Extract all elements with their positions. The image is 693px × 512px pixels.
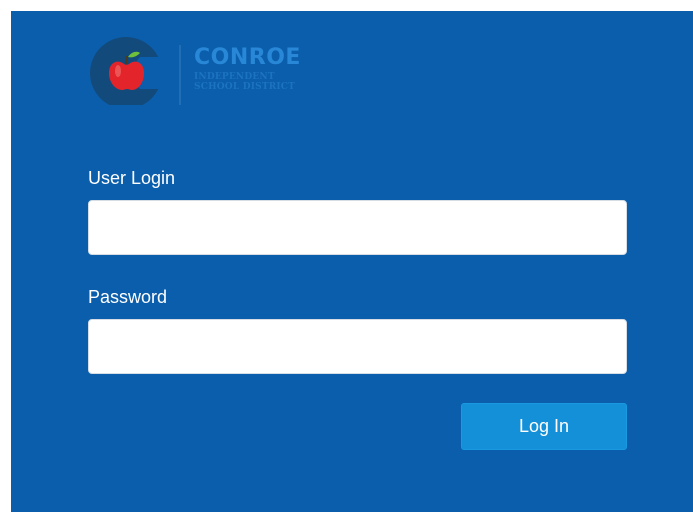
apple-c-emblem-icon bbox=[90, 37, 181, 105]
logo-subtitle-line1: INDEPENDENT bbox=[194, 72, 275, 82]
login-panel: CONROE INDEPENDENT SCHOOL DISTRICT User … bbox=[11, 11, 693, 512]
logo-text: CONROE INDEPENDENT SCHOOL DISTRICT bbox=[194, 45, 301, 93]
logo-subtitle-line2: SCHOOL DISTRICT bbox=[194, 82, 296, 92]
district-logo: CONROE INDEPENDENT SCHOOL DISTRICT bbox=[88, 35, 348, 105]
logo-title: CONROE bbox=[194, 45, 301, 70]
password-input[interactable] bbox=[88, 319, 627, 374]
password-label: Password bbox=[88, 287, 168, 307]
user-login-input[interactable] bbox=[88, 200, 627, 255]
log-in-button[interactable]: Log In bbox=[461, 403, 627, 450]
user-login-label: User Login bbox=[88, 168, 176, 188]
